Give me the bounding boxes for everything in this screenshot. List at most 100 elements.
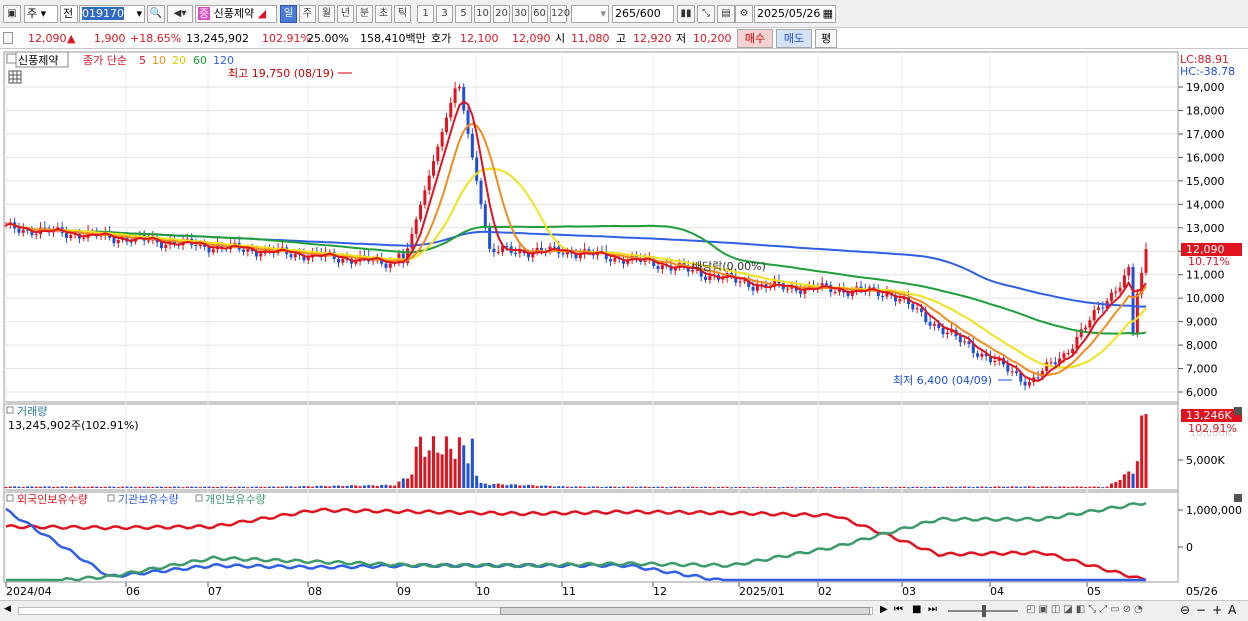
candle-body [1014,371,1018,374]
stock-name-field[interactable]: 증 신풍제약 ◢ [195,5,277,23]
candle-body [786,288,790,290]
evaluation-button[interactable]: 평 [815,29,837,48]
nav-first-icon[interactable]: ⏮ [894,604,903,615]
zoom-slider-handle[interactable] [982,605,986,617]
zoom-controls-icon[interactable]: ⊖−+A [1180,603,1242,617]
volume-tick: 5,000K [1186,454,1225,467]
volume-bar [233,486,237,488]
chevron-down-icon[interactable]: ▾ [136,6,142,22]
volume-bar [289,486,293,488]
speaker-icon[interactable]: ◀▾ [167,5,193,23]
interval-button-3[interactable]: 3 [436,5,453,23]
volume-bar [673,486,677,488]
candle-body [1066,352,1070,354]
interval-button-1[interactable]: 1 [417,5,434,23]
stop-icon[interactable]: ■ [912,604,921,615]
volume-bar [466,463,470,488]
y-tick-label: 17,000 [1186,128,1225,141]
quote-menu-icon[interactable] [3,32,13,44]
window-icon[interactable]: ▣ [3,5,21,23]
period-button-2[interactable]: 월 [318,5,335,23]
interval-button-60[interactable]: 60 [531,5,548,23]
candle-body [82,237,86,239]
interval-button-30[interactable]: 30 [512,5,529,23]
volume-bar [924,487,928,489]
candle-type-icon[interactable]: ▮▮ [677,5,695,23]
volume-bar [444,436,448,488]
volume-bar [1053,486,1057,488]
tool-icons[interactable]: ◰▣◫◪◧⤡⤢▭⊘◔ [1026,604,1146,615]
volume-bar [937,486,941,488]
volume-bar [21,486,25,488]
candle-body [388,263,392,268]
save-icon[interactable]: ▤ [717,5,735,23]
volume-bar [911,486,915,488]
candle-body [1006,364,1010,372]
candle-body [1084,327,1088,330]
volume-bar [198,487,202,489]
period-button-5[interactable]: 초 [375,5,392,23]
volume-bar [630,486,634,488]
period-button-1[interactable]: 주 [299,5,316,23]
interval-button-5[interactable]: 5 [455,5,472,23]
volume-bar [945,486,949,488]
current-price: 12,090 [28,32,67,45]
volume-bar [773,486,777,488]
bid-price: 12,090 [512,32,551,45]
candle-body [1118,287,1122,292]
volume-bar [1131,473,1135,488]
buy-button[interactable]: 매수 [737,29,773,48]
volume-bar [250,486,254,488]
interval-button-20[interactable]: 20 [493,5,510,23]
candle-body [704,276,708,281]
candle-body [457,87,461,89]
volume-bar [64,486,68,488]
stock-code-input[interactable]: 019170 ▾ [79,5,145,23]
scrollbar-thumb[interactable] [500,607,870,615]
scroll-left-icon[interactable]: ◀ [4,604,16,618]
drawing-tool-icon[interactable]: ⤡ [697,5,715,23]
search-icon[interactable]: 🔍 [147,5,165,23]
volume-bar [1097,486,1100,488]
legend-foreign: 외국인보유수량 [17,493,88,506]
volume-bar [807,487,811,489]
period-button-3[interactable]: 년 [337,5,354,23]
interval-button-120[interactable]: 120 [550,5,570,23]
volume-bar [989,486,993,488]
interval-button-10[interactable]: 10 [474,5,491,23]
volume-bar [341,486,345,488]
candle-body [976,353,980,357]
gear-icon[interactable]: ⚙ [735,5,753,23]
candle-body [470,133,474,158]
candle-body [483,204,487,228]
count-field[interactable]: 265/600 [612,5,674,23]
volume-bar [915,486,919,488]
calendar-icon[interactable]: ▦ [823,6,833,22]
volume-bar [1036,486,1040,488]
period-button-4[interactable]: 분 [356,5,373,23]
candle-body [496,252,500,254]
period-button-6[interactable]: 틱 [394,5,411,23]
chart-area[interactable]: 2024/04 06 07 08 09 10 11 12 2025/01 02 03 04 05 19,… [0,50,1248,600]
period-button-0[interactable]: 일 [280,5,297,23]
chevron-down-icon[interactable]: ▾ [600,6,606,22]
volume-bar [855,487,859,489]
volume-bar [151,486,155,488]
date-field[interactable]: 2025/05/26 ▦ [754,5,836,23]
interval-custom-input[interactable]: ▾ [571,5,609,23]
candle-body [436,146,440,162]
volume-bar [721,486,725,488]
period-short-button[interactable]: 전 [60,5,78,23]
volume-bar [1032,486,1036,488]
nav-next-icon[interactable]: ▶ [880,604,888,615]
stock-chart[interactable]: 2024/04 06 07 08 09 10 11 12 2025/01 02 03 04 05 19,… [0,50,1248,600]
sell-button[interactable]: 매도 [776,29,812,48]
candle-body [479,180,483,205]
x-axis-label: 2025/01 [739,585,785,598]
market-select[interactable]: 주 ▾ [24,5,58,23]
x-axis-label: 06 [126,585,140,598]
legend-institution: 기관보유수량 [118,493,179,506]
ma60-label: 60 [193,54,207,67]
y-tick-label: 13,000 [1186,222,1225,235]
nav-last-icon[interactable]: ⏭ [928,604,937,615]
